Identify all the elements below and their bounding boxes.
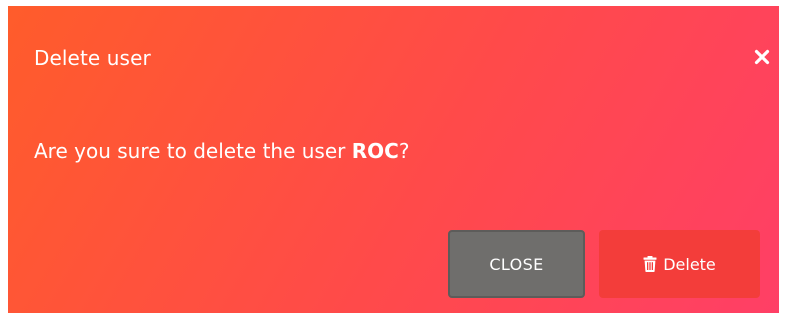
message-text: Are you sure to delete the user	[34, 139, 352, 163]
dialog-header: Delete user	[8, 6, 779, 106]
dialog-message: Are you sure to delete the user ROC?	[34, 137, 753, 165]
user-name: ROC	[351, 139, 399, 163]
close-button[interactable]: CLOSE	[448, 230, 585, 298]
message-suffix: ?	[398, 139, 410, 163]
delete-user-dialog: Delete user Are you sure to delete the u…	[8, 6, 779, 313]
close-icon[interactable]	[751, 46, 773, 68]
dialog-title: Delete user	[34, 46, 151, 70]
page-viewport: Delete user Are you sure to delete the u…	[0, 0, 785, 316]
trash-icon	[643, 256, 657, 272]
dialog-footer: CLOSE Delete	[8, 224, 779, 302]
close-button-label: CLOSE	[489, 254, 544, 274]
delete-button[interactable]: Delete	[599, 230, 760, 298]
delete-button-label: Delete	[663, 254, 716, 274]
